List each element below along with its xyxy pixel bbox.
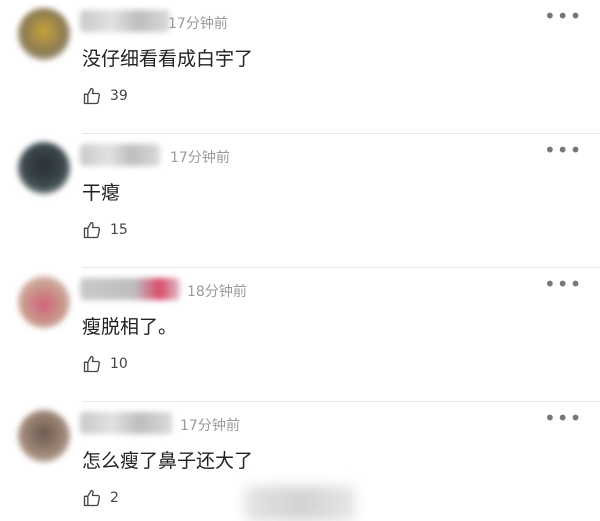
thumbs-up-icon <box>82 488 102 508</box>
username-blurred[interactable] <box>80 144 160 166</box>
avatar[interactable] <box>18 276 70 328</box>
like-button[interactable]: 2 <box>82 487 119 509</box>
comment-item: 17分钟前 ••• 没仔细看看成白宇了 39 <box>0 0 600 134</box>
comment-time: 17分钟前 <box>180 418 240 434</box>
like-button[interactable]: 10 <box>82 353 128 375</box>
like-count: 2 <box>110 490 119 506</box>
more-dots-icon: ••• <box>544 406 583 430</box>
comment-item: 18分钟前 ••• 瘦脱相了。 10 <box>0 268 600 402</box>
username-blurred[interactable] <box>80 412 172 434</box>
comment-time: 17分钟前 <box>168 16 228 32</box>
avatar[interactable] <box>18 142 70 194</box>
comment-item: 17分钟前 ••• 干瘪 15 <box>0 134 600 268</box>
more-dots-icon: ••• <box>544 138 583 162</box>
more-options-button[interactable]: ••• <box>544 140 581 162</box>
like-count: 10 <box>110 356 128 372</box>
thumbs-up-icon <box>82 86 102 106</box>
username-blurred[interactable] <box>80 10 170 32</box>
more-options-button[interactable]: ••• <box>544 408 581 430</box>
like-count: 15 <box>110 222 128 238</box>
comment-time: 17分钟前 <box>170 150 230 166</box>
thumbs-up-icon <box>82 354 102 374</box>
comment-text: 没仔细看看成白宇了 <box>82 48 254 70</box>
comment-text: 瘦脱相了。 <box>82 316 178 338</box>
more-dots-icon: ••• <box>544 272 583 296</box>
avatar[interactable] <box>18 410 70 462</box>
more-dots-icon: ••• <box>544 4 583 28</box>
more-options-button[interactable]: ••• <box>544 274 581 296</box>
more-options-button[interactable]: ••• <box>544 6 581 28</box>
like-count: 39 <box>110 88 128 104</box>
like-button[interactable]: 39 <box>82 85 128 107</box>
thumbs-up-icon <box>82 220 102 240</box>
comment-text: 怎么瘦了鼻子还大了 <box>82 450 254 472</box>
comment-feed: 17分钟前 ••• 没仔细看看成白宇了 39 17分钟前 ••• 干瘪 15 1… <box>0 0 600 521</box>
like-button[interactable]: 15 <box>82 219 128 241</box>
comment-time: 18分钟前 <box>187 284 247 300</box>
username-blurred[interactable] <box>80 278 180 300</box>
comment-text: 干瘪 <box>82 182 121 204</box>
blurred-area <box>245 486 355 521</box>
avatar[interactable] <box>18 8 70 60</box>
